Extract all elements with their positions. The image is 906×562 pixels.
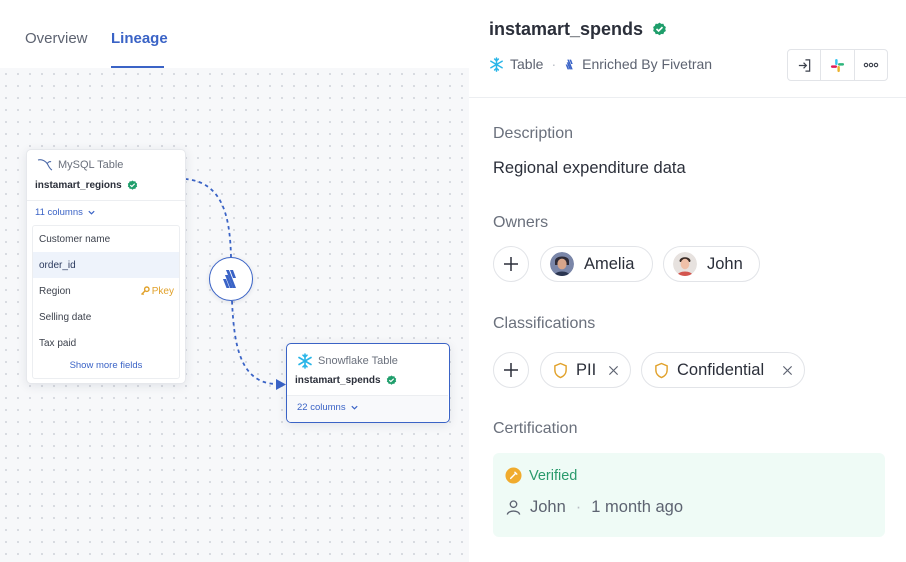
target-name-label: instamart_spends: [295, 375, 381, 386]
certification-status-text: Verified: [529, 467, 578, 484]
plus-icon: [504, 363, 518, 377]
slack-icon: [830, 58, 845, 72]
edge-process-to-target: [231, 300, 277, 385]
classification-name: Confidential: [677, 360, 765, 379]
avatar: [673, 252, 697, 276]
certification-status: Verified: [505, 467, 577, 484]
classification-chip-pii[interactable]: PII: [540, 352, 631, 388]
source-table-type: MySQL Table: [37, 158, 123, 172]
close-icon: [608, 365, 619, 375]
remove-classification-button[interactable]: [608, 365, 619, 376]
asset-type-label: Table: [510, 56, 544, 72]
owners-label: Owners: [493, 214, 549, 231]
pkey-label: Pkey: [151, 285, 174, 297]
field-name: Selling date: [39, 311, 92, 323]
more-icon: [863, 62, 879, 68]
enriched-by-label: Enriched By Fivetran: [582, 56, 713, 72]
shield-icon: [554, 362, 567, 378]
plus-icon: [504, 257, 518, 271]
show-more-fields-link[interactable]: Show more fields: [33, 360, 179, 371]
snowflake-icon: [298, 353, 312, 369]
target-table-name: instamart_spends: [295, 375, 397, 386]
certified-time: 1 month ago: [591, 498, 684, 516]
classifications-label: Classifications: [493, 315, 596, 332]
chevron-down-icon: [350, 405, 358, 410]
field-row[interactable]: Tax paid: [33, 330, 179, 356]
classification-name: PII: [576, 360, 597, 379]
verified-check-icon: [127, 180, 137, 190]
source-columns-toggle[interactable]: 11 columns: [35, 207, 96, 218]
chevron-down-icon: [88, 210, 95, 215]
edge-source-to-process: [184, 178, 232, 258]
certified-by-user: John: [530, 498, 566, 516]
description-text[interactable]: Regional expenditure data: [493, 159, 686, 178]
target-table-node[interactable]: Snowflake Table instamart_spends 22 colu…: [286, 343, 450, 423]
lineage-panel: Overview Lineage MySQL Table instamart_r…: [0, 0, 469, 562]
certified-by: John · 1 month ago: [505, 498, 683, 517]
description-label: Description: [493, 125, 574, 142]
source-field-list: Customer name order_id Region Pkey Selli…: [32, 225, 180, 379]
field-name: Region: [39, 285, 71, 297]
target-type-label: Snowflake Table: [318, 355, 398, 367]
slack-button[interactable]: [821, 50, 855, 80]
add-owner-button[interactable]: [493, 246, 529, 282]
asset-action-group: [787, 49, 888, 81]
field-row[interactable]: Selling date: [33, 304, 179, 330]
source-table-name: instamart_regions: [35, 180, 138, 191]
verified-check-icon: [386, 375, 396, 385]
field-name: order_id: [39, 259, 76, 271]
classification-chip-confidential[interactable]: Confidential: [641, 352, 805, 388]
close-icon: [782, 365, 793, 375]
fivetran-icon: [223, 270, 236, 288]
remove-classification-button[interactable]: [782, 365, 793, 376]
field-name: Tax paid: [39, 337, 77, 349]
field-row[interactable]: order_id: [33, 252, 179, 278]
target-columns-toggle[interactable]: 22 columns: [297, 402, 359, 413]
fivetran-icon: [565, 59, 573, 69]
field-row[interactable]: Customer name: [33, 226, 179, 252]
avatar: [550, 252, 574, 276]
key-icon: [140, 286, 150, 296]
target-columns-label: 22 columns: [297, 402, 346, 413]
verified-check-icon: [653, 22, 666, 36]
asset-title-text: instamart_spends: [489, 19, 644, 39]
certification-card[interactable]: Verified John · 1 month ago: [493, 453, 885, 537]
field-name: Customer name: [39, 233, 111, 245]
user-icon: [506, 500, 521, 515]
primary-key-badge: Pkey: [140, 286, 174, 297]
owner-name: Amelia: [584, 254, 635, 273]
shield-icon: [655, 362, 668, 378]
owner-chip-amelia[interactable]: Amelia: [540, 246, 653, 282]
open-icon: [798, 58, 810, 72]
owner-chip-john[interactable]: John: [663, 246, 760, 282]
separator-dot: ·: [551, 56, 557, 72]
source-table-node[interactable]: MySQL Table instamart_regions 11 columns…: [26, 149, 186, 384]
verified-badge-icon: [505, 467, 522, 484]
mysql-icon: [37, 159, 53, 171]
source-name-label: instamart_regions: [35, 180, 122, 191]
add-classification-button[interactable]: [493, 352, 529, 388]
asset-title: instamart_spends: [489, 19, 667, 40]
separator-dot: ·: [575, 498, 582, 516]
target-table-type: Snowflake Table: [297, 353, 398, 369]
divider: [27, 200, 185, 201]
source-columns-label: 11 columns: [35, 207, 83, 218]
asset-sidebar: instamart_spends Table · Enriched By Fiv…: [469, 0, 906, 562]
snowflake-icon: [490, 56, 503, 72]
certification-label: Certification: [493, 420, 578, 437]
fivetran-process-node[interactable]: [209, 257, 253, 301]
edge-arrowhead: [276, 379, 286, 390]
header-divider: [469, 97, 906, 98]
field-row[interactable]: Region Pkey: [33, 278, 179, 304]
asset-meta: Table · Enriched By Fivetran: [489, 56, 712, 72]
owner-name: John: [707, 254, 743, 273]
source-type-label: MySQL Table: [58, 159, 124, 171]
more-options-button[interactable]: [855, 50, 887, 80]
open-button[interactable]: [788, 50, 822, 80]
